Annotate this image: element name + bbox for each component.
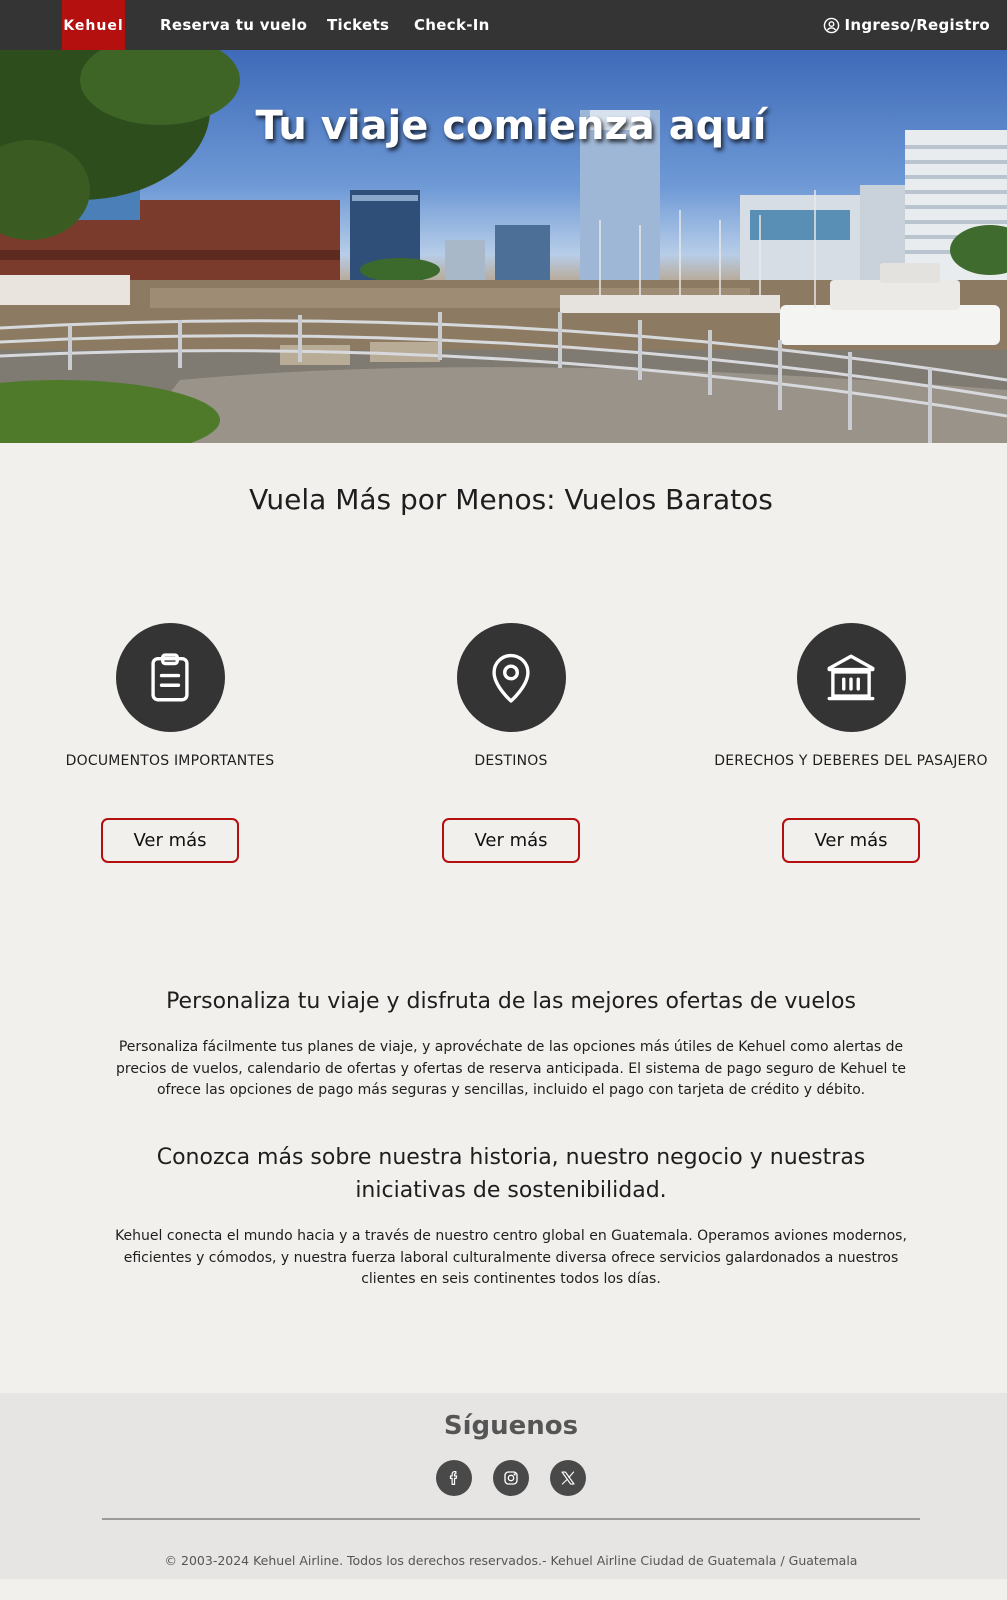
x-link[interactable] (550, 1460, 586, 1496)
historia-title: Conozca más sobre nuestra historia, nues… (156, 1145, 866, 1203)
facebook-link[interactable] (436, 1460, 472, 1496)
hero-banner: Tu viaje comienza aquí (0, 50, 1007, 443)
clipboard-icon (151, 652, 189, 701)
footer: Síguenos © 2003-2024 Kehuel Airline. Tod… (0, 1393, 1007, 1579)
copyright-text: © 2003-2024 Kehuel Airline. Todos los de… (164, 1553, 858, 1568)
brand-logo[interactable]: Kehuel (62, 0, 125, 50)
section-title: Vuela Más por Menos: Vuelos Baratos (249, 483, 773, 516)
instagram-link[interactable] (493, 1460, 529, 1496)
feature-label: DERECHOS Y DEBERES DEL PASAJERO (714, 753, 988, 769)
social-links (436, 1460, 586, 1496)
bank-icon (827, 654, 875, 700)
follow-title: Síguenos (443, 1411, 579, 1441)
feature-icon-circle (456, 623, 566, 732)
feature-icon-circle (115, 623, 225, 732)
ver-mas-button-derechos[interactable]: Ver más (782, 818, 920, 863)
facebook-icon (449, 1471, 458, 1485)
feature-documentos: DOCUMENTOS IMPORTANTES Ver más (30, 623, 310, 863)
personaliza-title: Personaliza tu viaje y disfruta de las m… (166, 989, 856, 1014)
nav-link-checkin[interactable]: Check-In (414, 0, 490, 50)
map-pin-icon (492, 653, 530, 703)
feature-label: DOCUMENTOS IMPORTANTES (65, 753, 275, 769)
feature-derechos: DERECHOS Y DEBERES DEL PASAJERO Ver más (711, 623, 991, 863)
ver-mas-button-documentos[interactable]: Ver más (101, 818, 239, 863)
login-label: Ingreso/Registro (844, 16, 990, 34)
login-link[interactable]: Ingreso/Registro (823, 0, 990, 50)
feature-icon-circle (796, 623, 906, 732)
nav-link-tickets[interactable]: Tickets (327, 0, 389, 50)
feature-label: DESTINOS (474, 753, 548, 769)
hero-title: Tu viaje comienza aquí (255, 103, 767, 149)
personaliza-text: Personaliza fácilmente tus planes de via… (115, 1039, 906, 1098)
footer-divider (102, 1518, 920, 1520)
navbar: Kehuel Reserva tu vuelo Tickets Check-In… (0, 0, 1007, 50)
nav-link-reserva[interactable]: Reserva tu vuelo (160, 0, 307, 50)
feature-destinos: DESTINOS Ver más (371, 623, 651, 863)
user-circle-icon (823, 17, 839, 33)
ver-mas-button-destinos[interactable]: Ver más (442, 818, 580, 863)
historia-text: Kehuel conecta el mundo hacia y a través… (115, 1228, 907, 1287)
x-icon (561, 1471, 575, 1485)
instagram-icon (504, 1471, 518, 1485)
